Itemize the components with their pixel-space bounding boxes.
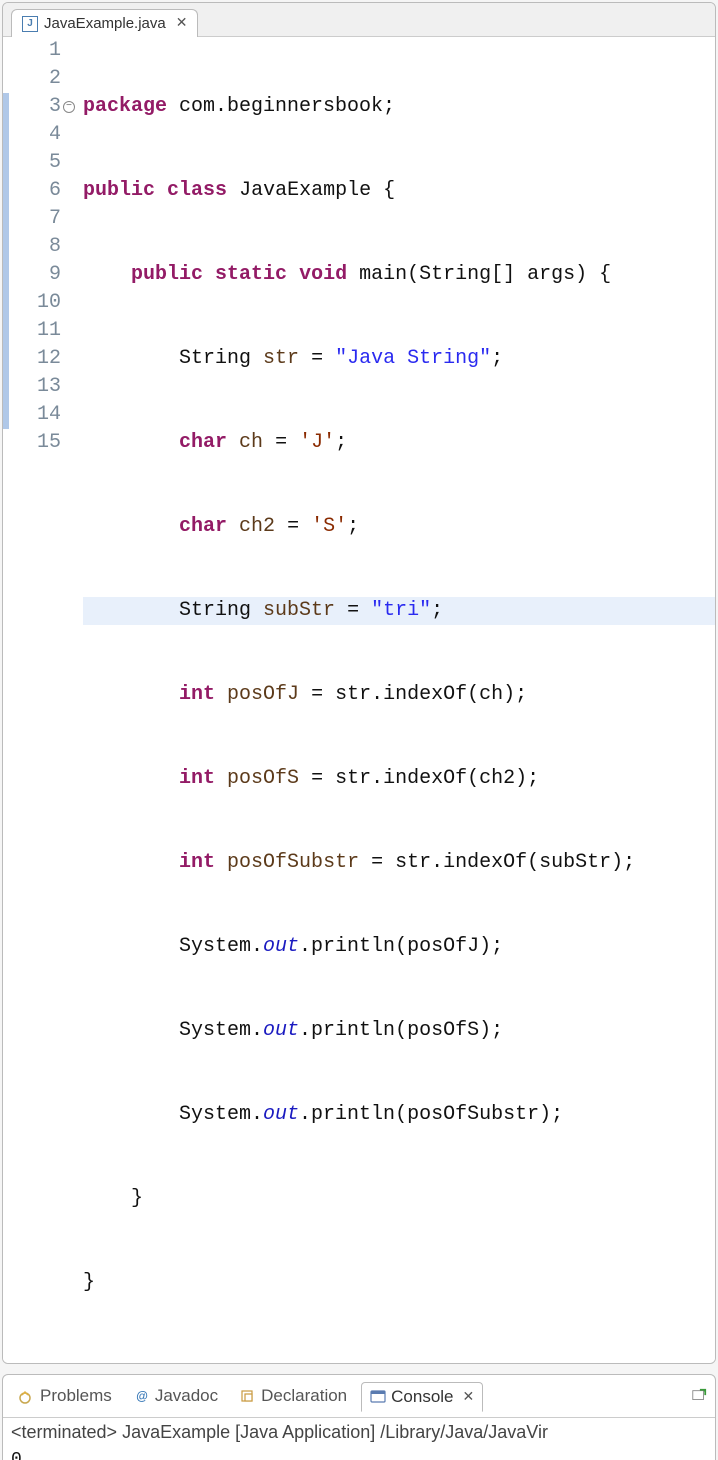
tab-javadoc[interactable]: @ Javadoc	[126, 1382, 226, 1410]
line-number: 1	[21, 37, 61, 65]
tab-label: Javadoc	[155, 1386, 218, 1406]
tab-label: Problems	[40, 1386, 112, 1406]
line-number-gutter: 1 2 3− 4 5 6 7 8 9 10 11 12 13 14 15	[21, 37, 65, 1353]
tab-problems[interactable]: Problems	[11, 1382, 120, 1410]
code-line: int posOfJ = str.indexOf(ch);	[83, 681, 715, 709]
line-number: 11	[21, 317, 61, 345]
close-icon[interactable]: ✕	[463, 1389, 475, 1406]
console-output[interactable]: 056	[11, 1447, 707, 1460]
line-number: 12	[21, 345, 61, 373]
code-lines[interactable]: package com.beginnersbook; public class …	[65, 37, 715, 1353]
code-line: int posOfSubstr = str.indexOf(subStr);	[83, 849, 715, 877]
line-number: 6	[21, 177, 61, 205]
line-number: 2	[21, 65, 61, 93]
code-line: System.out.println(posOfJ);	[83, 933, 715, 961]
line-number: 8	[21, 233, 61, 261]
line-number: 5	[21, 149, 61, 177]
view-tabs: Problems @ Javadoc Declaration Console ✕	[3, 1375, 715, 1418]
tab-console[interactable]: Console ✕	[361, 1382, 483, 1412]
editor-tab[interactable]: J JavaExample.java ✕	[11, 9, 198, 37]
code-line: package com.beginnersbook;	[83, 93, 715, 121]
marker-column	[3, 37, 21, 1353]
line-number: 13	[21, 373, 61, 401]
code-line: }	[83, 1185, 715, 1213]
close-icon[interactable]: ✕	[176, 15, 188, 32]
line-number: 7	[21, 205, 61, 233]
line-number: 14	[21, 401, 61, 429]
java-file-icon: J	[22, 16, 38, 32]
console-status: <terminated> JavaExample [Java Applicati…	[11, 1422, 707, 1447]
line-number: 15	[21, 429, 61, 457]
fold-minus-icon[interactable]: −	[63, 101, 75, 113]
editor-tab-label: JavaExample.java	[44, 15, 166, 32]
editor-panel: J JavaExample.java ✕ 1 2 3− 4	[2, 2, 716, 1364]
line-number: 4	[21, 121, 61, 149]
code-area[interactable]: 1 2 3− 4 5 6 7 8 9 10 11 12 13 14 15 pac…	[3, 37, 715, 1363]
line-number: 3−	[21, 93, 61, 121]
toolbar-action-icon[interactable]	[691, 1388, 707, 1404]
code-line: System.out.println(posOfSubstr);	[83, 1101, 715, 1129]
code-line: char ch2 = 'S';	[83, 513, 715, 541]
line-number: 10	[21, 289, 61, 317]
editor-tab-bar: J JavaExample.java ✕	[3, 3, 715, 37]
code-line: System.out.println(posOfS);	[83, 1017, 715, 1045]
console-body: <terminated> JavaExample [Java Applicati…	[3, 1418, 715, 1460]
code-line: char ch = 'J';	[83, 429, 715, 457]
tab-declaration[interactable]: Declaration	[232, 1382, 355, 1410]
declaration-icon	[240, 1388, 256, 1404]
problems-icon	[19, 1388, 35, 1404]
console-icon	[370, 1389, 386, 1405]
tab-label: Console	[391, 1387, 453, 1407]
code-line: public static void main(String[] args) {	[83, 261, 715, 289]
bottom-panel: Problems @ Javadoc Declaration Console ✕…	[2, 1374, 716, 1460]
tab-label: Declaration	[261, 1386, 347, 1406]
code-line: public class JavaExample {	[83, 177, 715, 205]
code-line: int posOfS = str.indexOf(ch2);	[83, 765, 715, 793]
javadoc-icon: @	[134, 1388, 150, 1404]
line-number: 9	[21, 261, 61, 289]
code-line-highlighted: String subStr = "tri";	[83, 597, 715, 625]
code-line: }	[83, 1269, 715, 1297]
code-line: String str = "Java String";	[83, 345, 715, 373]
